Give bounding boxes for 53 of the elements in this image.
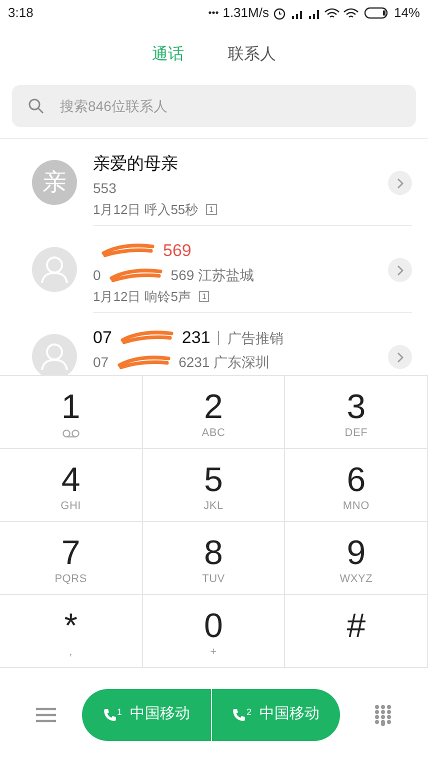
call-title: 07 [93,327,112,349]
keypad-icon[interactable] [374,704,392,726]
search-input[interactable]: 搜索846位联系人 [60,96,400,116]
phone-number: 553 [93,178,116,198]
call-date: 1月12日 [93,200,141,218]
status-time: 3:18 [8,4,34,22]
phone-number: 6231 广东深圳 [178,352,270,372]
person-avatar-icon [32,247,77,292]
dial-key[interactable]: 0 + [142,595,286,668]
chevron-icon [396,352,404,362]
call-date: 1月12日 [93,288,141,306]
dial-key[interactable]: 7 PQRS [0,522,143,595]
dial-key[interactable]: 9 WXYZ [285,522,428,595]
sim-badge: 1 [206,204,217,215]
alarm-icon [272,6,286,20]
contact-avatar: 亲 [32,160,77,205]
call-tag: 广告推销 [218,330,284,345]
chevron-icon [396,264,404,276]
details-button[interactable] [388,345,412,369]
call-title: 亲爱的母亲 [93,153,178,175]
wifi-icon [324,6,360,20]
call-title: 231 [182,327,210,349]
dial-key[interactable]: # [285,595,428,668]
dial-key[interactable]: 1 [0,376,143,449]
dial-key[interactable]: 6 MNO [285,449,428,522]
signal-icon [290,7,320,19]
battery-percent: 14% [394,4,420,22]
sim-badge: 1 [198,290,210,302]
details-button[interactable] [388,258,412,282]
phone-number: 569 江苏盐城 [170,266,254,284]
status-more: ••• [208,6,219,20]
dial-key[interactable]: 2 ABC [142,376,286,449]
dial-key[interactable]: 3 DEF [285,376,428,449]
battery-icon [364,7,390,19]
menu-icon[interactable] [36,706,56,722]
dial-key[interactable]: 8 TUV [142,522,286,595]
dial-key[interactable]: 4 GHI [0,449,143,522]
network-speed: 1.31M/s [222,4,269,22]
dial-key[interactable]: 5 JKL [142,449,286,522]
chevron-icon [396,178,404,188]
phone-number: 0 [93,266,101,284]
call-title: 569 [163,240,192,262]
details-button[interactable] [388,171,412,195]
search-field[interactable]: 搜索846位联系人 [12,85,416,127]
phone-number: 07 [93,352,109,372]
search-icon [28,98,44,114]
phone-icon [232,708,246,722]
voicemail-icon [62,428,80,438]
dial-key[interactable]: * , [0,595,143,668]
tab[interactable]: 联系人 [228,43,276,67]
call-detail: 呼入55秒 [144,200,198,218]
phone-icon [102,708,117,722]
call-detail: 响铃5声 [144,288,191,306]
